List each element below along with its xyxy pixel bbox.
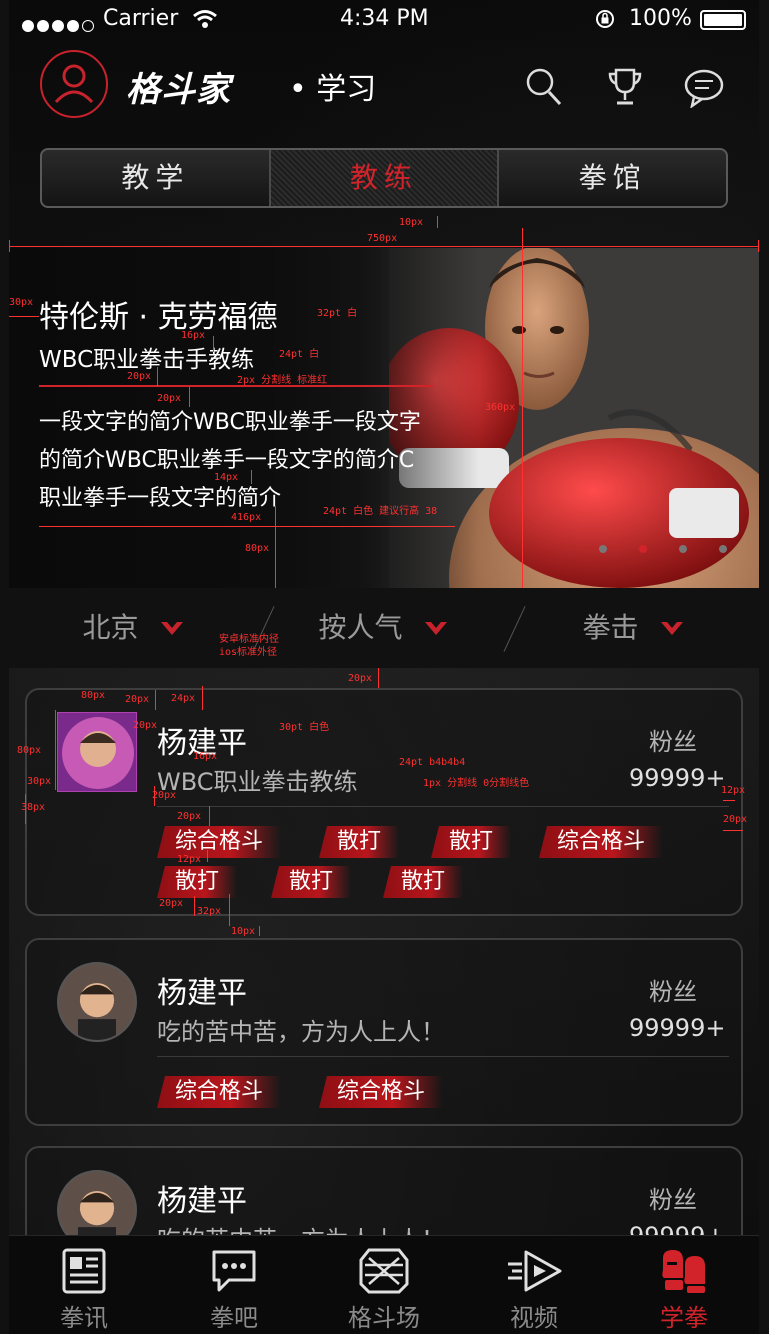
chevron-down-icon	[425, 622, 448, 635]
chat-bubble-icon	[212, 1250, 256, 1292]
status-bar: Carrier 4:34 PM 100%	[9, 0, 759, 40]
tab-forum[interactable]: 拳吧	[159, 1236, 309, 1334]
user-icon	[54, 64, 94, 104]
wifi-icon	[193, 10, 217, 28]
filter-city[interactable]: 北京	[9, 588, 259, 668]
tab-video[interactable]: 视频	[459, 1236, 609, 1334]
fans-label: 粉丝	[649, 728, 697, 756]
filter-discipline-label: 拳击	[582, 611, 639, 644]
intro-line: 职业拳手一段文字的简介	[39, 486, 282, 511]
card-divider	[157, 806, 729, 807]
tag[interactable]: 散打	[271, 866, 352, 898]
battery-icon	[700, 10, 746, 30]
featured-coach-name: 特伦斯 · 克劳福德	[39, 300, 278, 335]
tab-forum-label: 拳吧	[210, 1304, 258, 1332]
signal-dots-icon	[22, 13, 97, 38]
boxing-ring-icon	[359, 1248, 409, 1294]
coach-name: 杨建平	[157, 1184, 247, 1219]
filter-discipline[interactable]: 拳击	[509, 588, 759, 668]
category-segmented-control: 教学 教练 拳馆	[40, 148, 728, 208]
message-icon[interactable]	[683, 68, 725, 108]
tab-learn[interactable]: 学拳	[609, 1236, 759, 1334]
bottom-tab-bar: 拳讯 拳吧 格斗场 视频 学拳	[9, 1235, 759, 1334]
coach-card[interactable]: 杨建平 吃的苦中苦，方为人上人！ 粉丝 99999+ 综合格斗 综合格斗	[25, 938, 743, 1126]
tab-arena[interactable]: 格斗场	[309, 1236, 459, 1334]
fans-label: 粉丝	[649, 1186, 697, 1214]
newspaper-icon	[62, 1248, 106, 1294]
fans-label: 粉丝	[649, 978, 697, 1006]
profile-avatar[interactable]	[40, 50, 108, 118]
card-divider	[157, 1056, 729, 1057]
banner-page-indicator[interactable]	[599, 538, 759, 557]
fans-count: 99999+	[629, 1014, 726, 1042]
page-dot	[679, 545, 687, 553]
tag[interactable]: 综合格斗	[539, 826, 664, 858]
filter-sort-label: 按人气	[318, 611, 403, 644]
redline-label: 10px	[399, 217, 424, 228]
coach-description: WBC职业拳击教练	[157, 768, 358, 796]
tab-arena-label: 格斗场	[348, 1304, 420, 1332]
tab-news-label: 拳讯	[60, 1304, 108, 1332]
avatar-portrait-icon	[59, 964, 135, 1040]
chevron-down-icon	[161, 622, 184, 635]
tab-video-label: 视频	[510, 1304, 558, 1332]
tab-coach[interactable]: 教练	[268, 150, 500, 206]
intro-line: 的简介WBC职业拳手一段文字的简介C	[39, 448, 415, 473]
coach-avatar	[57, 712, 137, 792]
app-screen: Carrier 4:34 PM 100% 格斗家 • 学习 教学 教练 拳馆 特…	[9, 0, 759, 1334]
chevron-down-icon	[661, 622, 684, 635]
search-icon[interactable]	[525, 67, 563, 107]
avatar-portrait-icon	[62, 717, 134, 789]
battery-percent: 100%	[629, 6, 692, 31]
banner-red-divider	[39, 385, 434, 387]
tag[interactable]: 散打	[319, 826, 400, 858]
coach-card[interactable]: 杨建平 WBC职业拳击教练 粉丝 99999+ 综合格斗 散打 散打 综合格斗 …	[25, 688, 743, 916]
redline-label: 10px	[231, 926, 256, 937]
fans-count: 99999+	[629, 764, 726, 792]
featured-coach-banner[interactable]: 特伦斯 · 克劳福德 WBC职业拳击手教练 一段文字的简介WBC职业拳手一段文字…	[9, 248, 759, 588]
page-dot	[599, 545, 607, 553]
redline-label: 750px	[367, 233, 398, 244]
tab-learn-label: 学拳	[660, 1304, 708, 1332]
tag[interactable]: 散打	[431, 826, 512, 858]
video-play-icon	[508, 1250, 562, 1292]
tab-gym[interactable]: 拳馆	[499, 150, 726, 206]
tag[interactable]: 散打	[157, 866, 238, 898]
coach-name: 杨建平	[157, 726, 247, 761]
intro-line: 一段文字的简介WBC职业拳手一段文字	[39, 410, 421, 435]
tag[interactable]: 综合格斗	[157, 1076, 282, 1108]
coach-name: 杨建平	[157, 976, 247, 1011]
rotation-lock-icon	[596, 10, 614, 28]
filter-city-label: 北京	[82, 611, 139, 644]
app-logo: 格斗家	[126, 70, 231, 110]
tag[interactable]: 散打	[383, 866, 464, 898]
header-section-title: • 学习	[289, 72, 377, 107]
carrier-label: Carrier	[103, 6, 179, 31]
filter-sort[interactable]: 按人气	[259, 588, 509, 668]
trophy-icon[interactable]	[607, 67, 643, 107]
coach-description: 吃的苦中苦，方为人上人！	[157, 1018, 445, 1046]
tag[interactable]: 综合格斗	[319, 1076, 444, 1108]
tab-news[interactable]: 拳讯	[9, 1236, 159, 1334]
tag[interactable]: 综合格斗	[157, 826, 282, 858]
filter-bar: 北京 按人气 拳击	[9, 588, 759, 668]
featured-coach-title: WBC职业拳击手教练	[39, 347, 255, 373]
tab-teaching[interactable]: 教学	[42, 150, 269, 206]
page-dot	[719, 545, 727, 553]
coach-avatar	[57, 962, 137, 1042]
featured-coach-intro: 一段文字的简介WBC职业拳手一段文字 的简介WBC职业拳手一段文字的简介C 职业…	[39, 404, 421, 518]
page-dot-active	[639, 545, 647, 553]
redline-label: 20px	[348, 673, 373, 684]
boxing-gloves-icon	[662, 1250, 705, 1293]
clock: 4:34 PM	[340, 6, 429, 31]
